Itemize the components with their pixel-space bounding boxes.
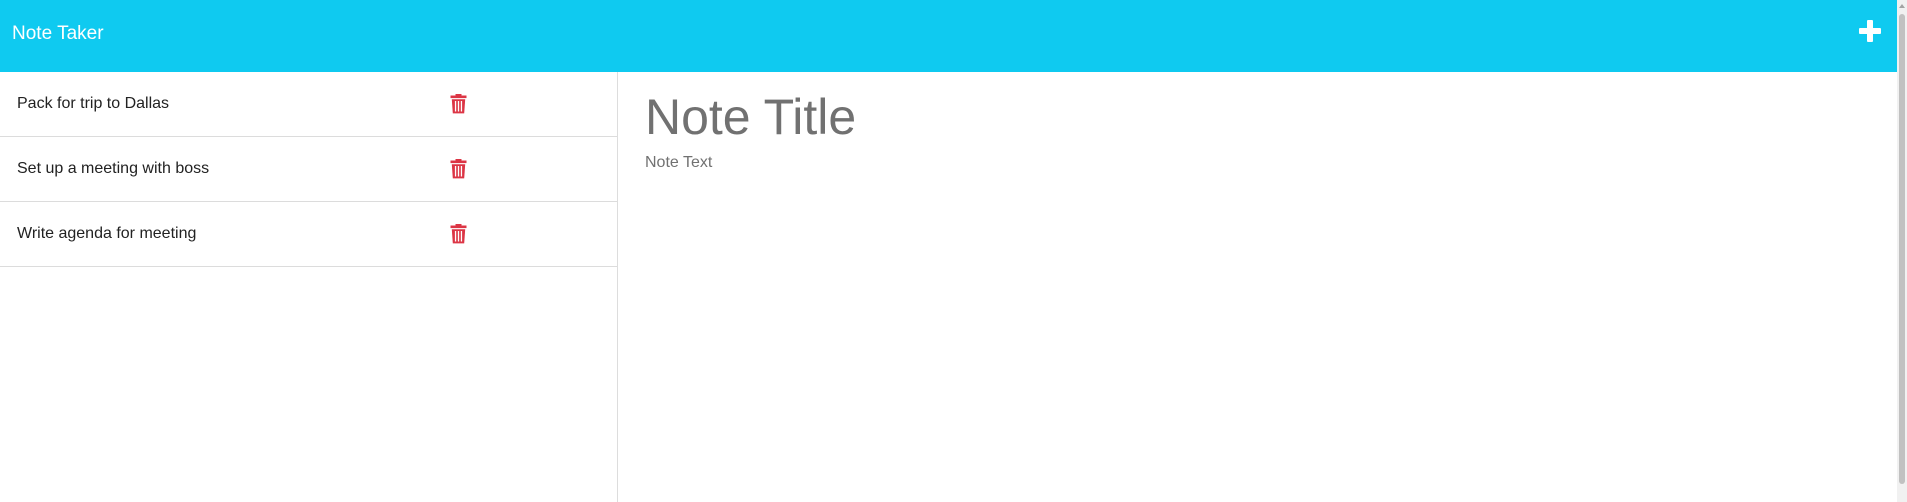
note-item-title[interactable]: Write agenda for meeting: [17, 202, 196, 266]
trash-icon[interactable]: [450, 224, 467, 244]
plus-icon: [1859, 20, 1881, 42]
navbar: Note Taker: [0, 0, 1897, 72]
note-list-item[interactable]: Write agenda for meeting: [0, 202, 617, 267]
note-text-input[interactable]: [645, 154, 1845, 454]
vertical-scrollbar[interactable]: [1897, 0, 1907, 502]
note-list-item[interactable]: Set up a meeting with boss: [0, 137, 617, 202]
note-list-panel: Pack for trip to Dallas Set up a meeting…: [0, 72, 618, 502]
note-item-title[interactable]: Pack for trip to Dallas: [17, 72, 169, 136]
trash-icon[interactable]: [450, 94, 467, 114]
new-note-button[interactable]: [1857, 18, 1883, 44]
note-title-input[interactable]: [645, 86, 1845, 148]
app-title[interactable]: Note Taker: [12, 0, 104, 68]
note-list: Pack for trip to Dallas Set up a meeting…: [0, 72, 617, 267]
note-editor: [645, 72, 1875, 502]
note-item-title[interactable]: Set up a meeting with boss: [17, 137, 209, 201]
scrollbar-thumb[interactable]: [1899, 14, 1905, 484]
scroll-up-arrow-icon[interactable]: [1897, 0, 1907, 12]
note-list-item[interactable]: Pack for trip to Dallas: [0, 72, 617, 137]
trash-icon[interactable]: [450, 159, 467, 179]
